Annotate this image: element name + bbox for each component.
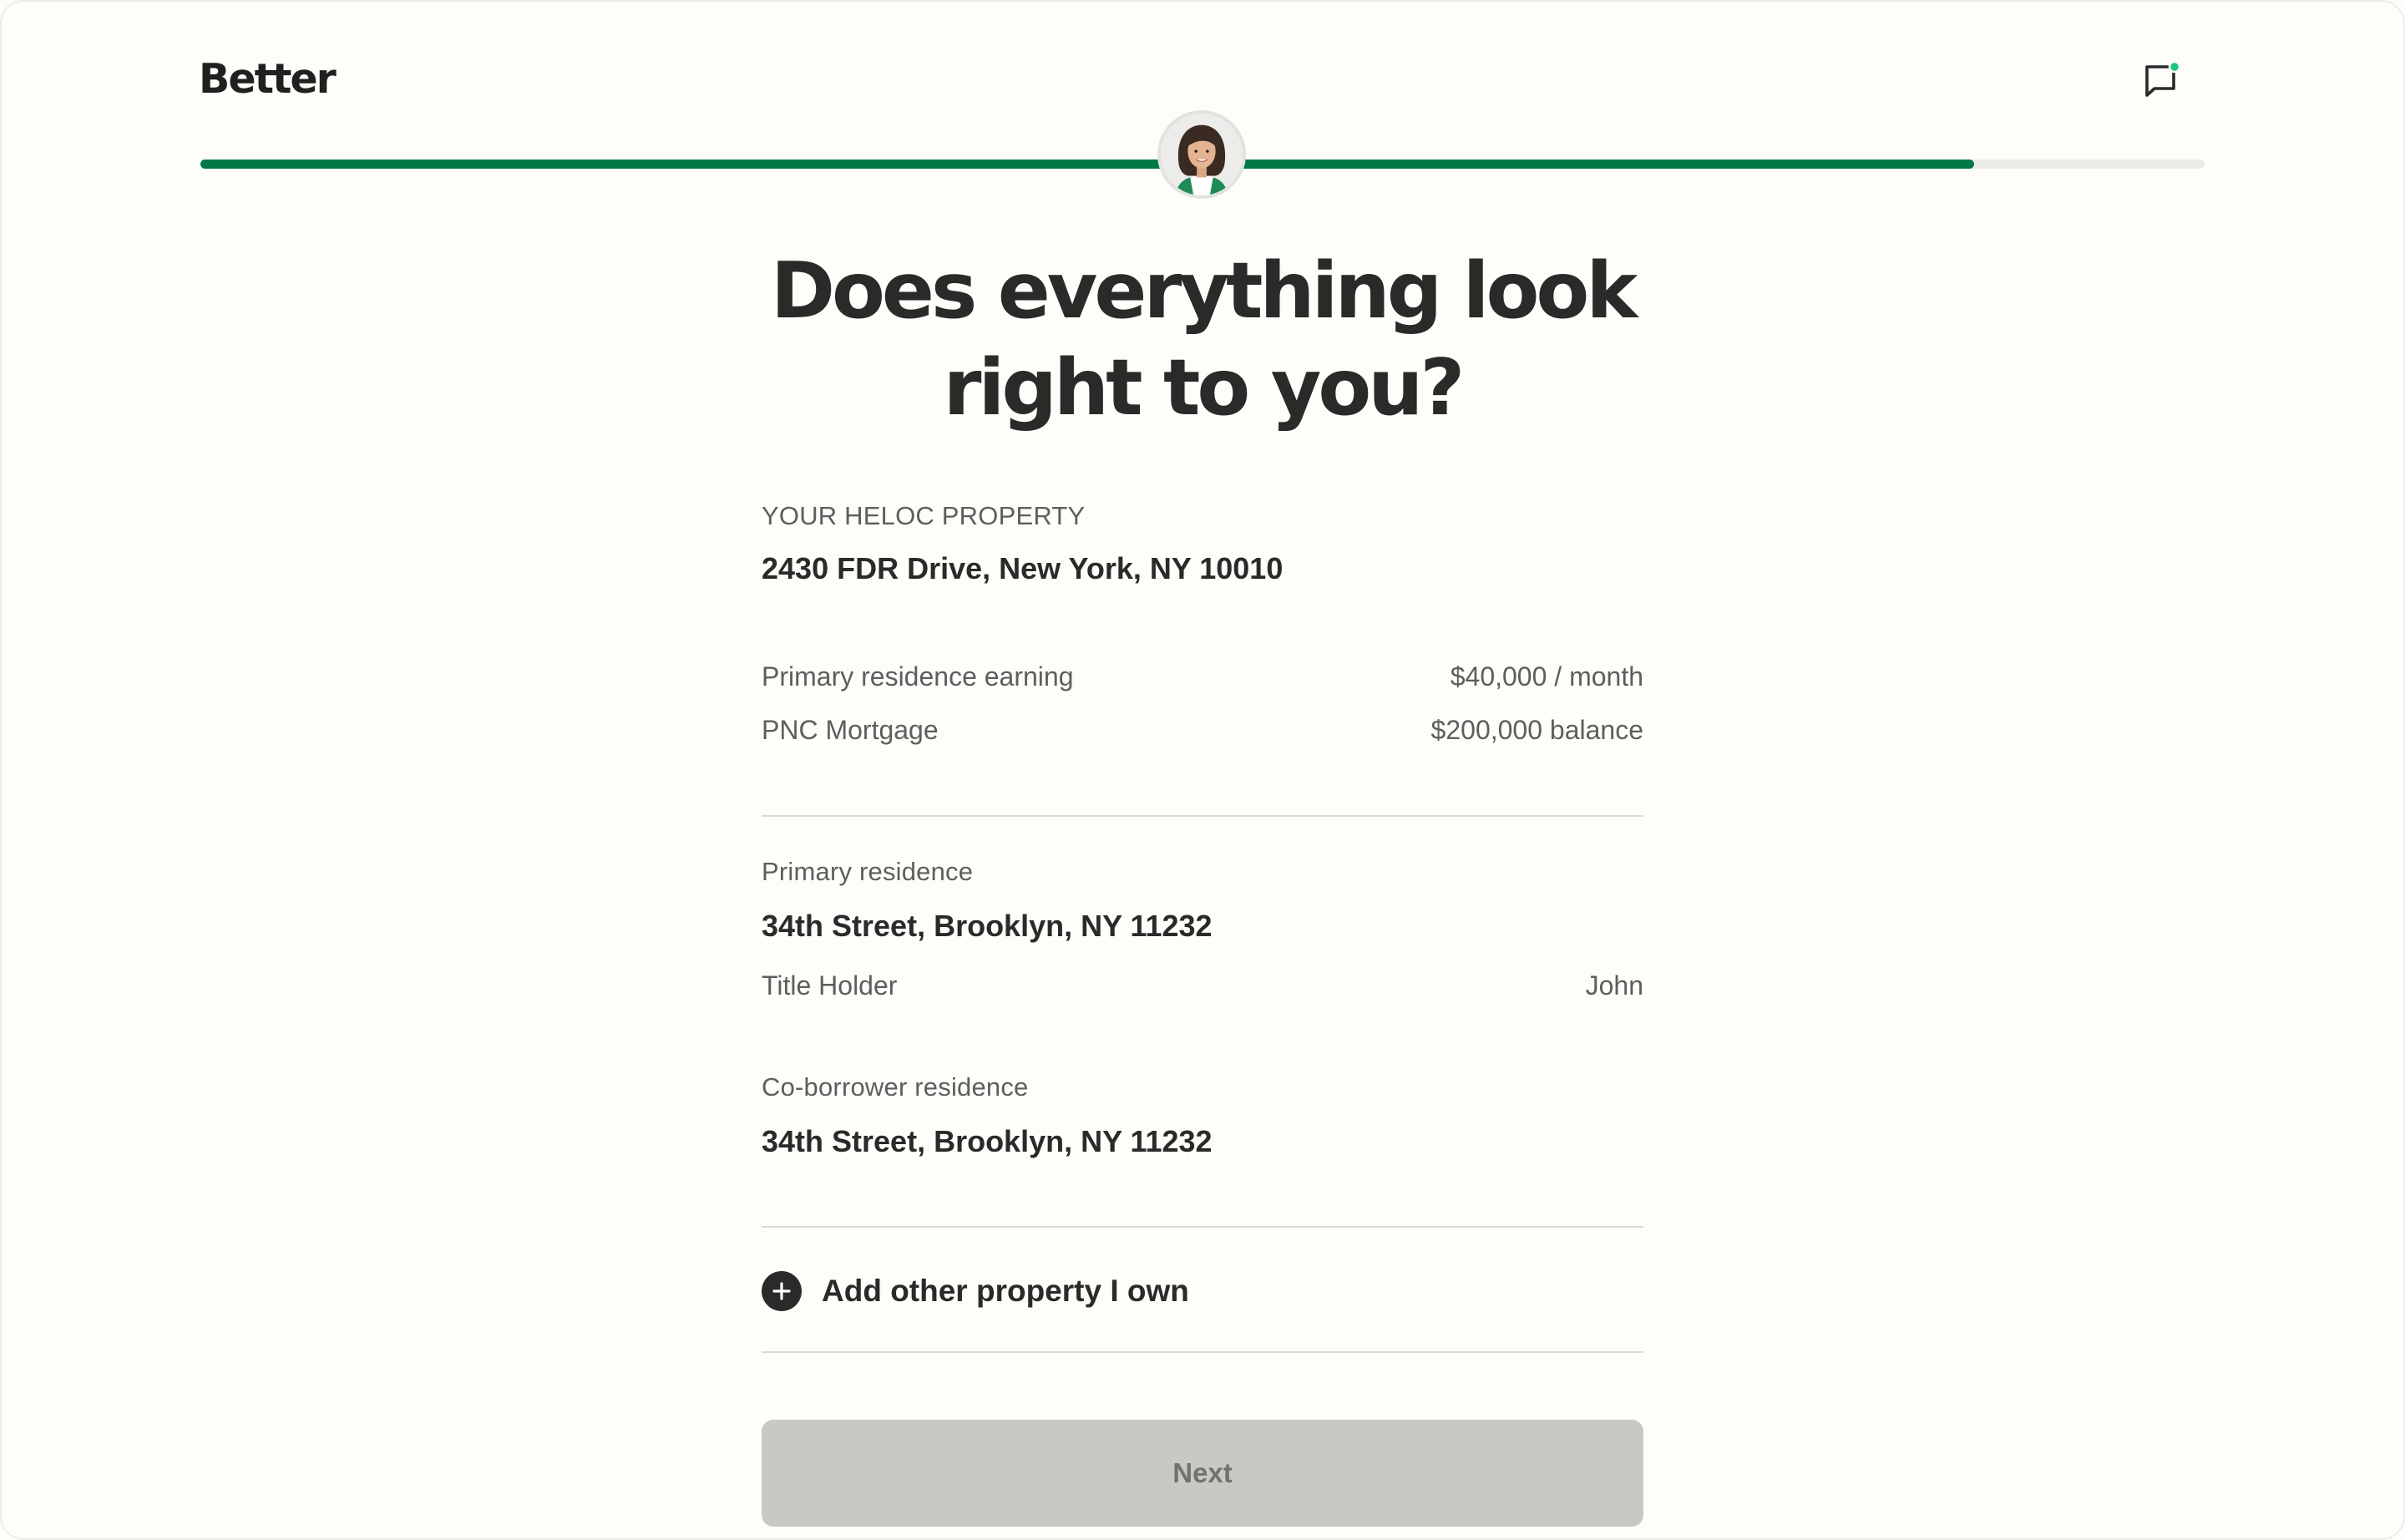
detail-value: $200,000 balance — [1430, 715, 1643, 745]
add-property-button[interactable]: Add other property I own — [762, 1258, 1643, 1325]
coborrower-residence-label: Co-borrower residence — [762, 1072, 1029, 1102]
title-holder-value: John — [1585, 970, 1643, 1000]
heloc-address: 2430 FDR Drive, New York, NY 10010 — [762, 551, 1284, 585]
next-button[interactable]: Next — [762, 1420, 1643, 1527]
add-property-label: Add other property I own — [822, 1274, 1189, 1308]
section-divider — [762, 1351, 1643, 1353]
title-holder-label: Title Holder — [762, 970, 898, 1000]
notification-dot-icon — [2168, 60, 2181, 73]
chat-bubble-icon — [2145, 60, 2181, 97]
review-content: YOUR HELOC PROPERTY 2430 FDR Drive, New … — [762, 0, 1643, 1540]
chat-button[interactable] — [2139, 58, 2183, 102]
detail-label: PNC Mortgage — [762, 715, 939, 745]
detail-row-earning: Primary residence earning $40,000 / mont… — [762, 661, 1643, 692]
coborrower-residence-address: 34th Street, Brooklyn, NY 11232 — [762, 1124, 1213, 1158]
primary-residence-address: 34th Street, Brooklyn, NY 11232 — [762, 909, 1213, 943]
plus-circle-icon — [762, 1271, 802, 1311]
primary-residence-label: Primary residence — [762, 857, 974, 886]
section-divider — [762, 815, 1643, 817]
heloc-section-label: YOUR HELOC PROPERTY — [762, 501, 1086, 530]
detail-label: Primary residence earning — [762, 661, 1074, 691]
app-window: Better Does everything look right to you… — [0, 0, 2405, 1540]
detail-row-mortgage: PNC Mortgage $200,000 balance — [762, 715, 1643, 746]
section-divider — [762, 1226, 1643, 1228]
better-logo[interactable]: Better — [199, 55, 337, 103]
detail-value: $40,000 / month — [1450, 661, 1643, 691]
title-holder-row: Title Holder John — [762, 970, 1643, 1001]
